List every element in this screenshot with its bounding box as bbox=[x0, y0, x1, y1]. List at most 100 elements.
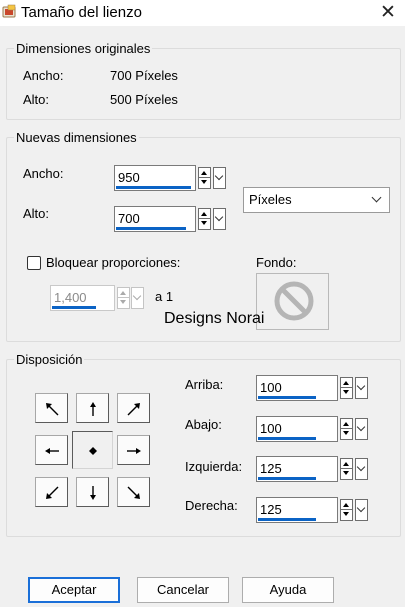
original-height-label: Alto: bbox=[23, 92, 50, 107]
bottom-margin-label: Abajo: bbox=[185, 417, 222, 432]
left-margin-dropdown-button[interactable] bbox=[355, 458, 368, 480]
spin-up-icon bbox=[343, 503, 349, 507]
new-height-spinner[interactable] bbox=[198, 208, 211, 230]
chevron-down-icon bbox=[371, 192, 382, 203]
bottom-margin-spinner[interactable] bbox=[340, 418, 353, 440]
anchor-top-right-button[interactable] bbox=[117, 393, 150, 423]
ratio-value: 1,400 bbox=[54, 290, 87, 305]
arrow-right-icon bbox=[127, 448, 141, 454]
ratio-spinner[interactable] bbox=[117, 287, 130, 309]
original-height-value: 500 Píxeles bbox=[110, 92, 178, 107]
anchor-center-button[interactable] bbox=[72, 431, 113, 469]
new-height-label: Alto: bbox=[23, 206, 50, 221]
top-margin-value: 100 bbox=[260, 380, 282, 395]
spin-up-icon bbox=[201, 171, 207, 175]
chevron-down-icon bbox=[356, 503, 366, 513]
original-width-value: 700 Píxeles bbox=[110, 68, 178, 83]
anchor-grid bbox=[35, 393, 151, 507]
new-width-slider-bar[interactable] bbox=[116, 186, 191, 189]
right-margin-spinner[interactable] bbox=[340, 499, 353, 521]
background-label: Fondo: bbox=[256, 255, 297, 270]
background-color-swatch[interactable] bbox=[256, 273, 329, 330]
chevron-down-icon bbox=[356, 422, 366, 432]
new-height-slider-bar[interactable] bbox=[116, 227, 186, 230]
new-width-dropdown-button[interactable] bbox=[213, 167, 226, 189]
spin-up-icon bbox=[343, 381, 349, 385]
chevron-down-icon bbox=[214, 212, 224, 222]
layout-legend: Disposición bbox=[14, 352, 85, 367]
arrow-left-icon bbox=[45, 448, 59, 454]
spin-up-icon bbox=[120, 291, 126, 295]
bottom-margin-dropdown-button[interactable] bbox=[355, 418, 368, 440]
right-margin-label: Derecha: bbox=[185, 498, 238, 513]
chevron-down-icon bbox=[356, 462, 366, 472]
ok-button[interactable]: Aceptar bbox=[28, 577, 120, 603]
anchor-top-left-button[interactable] bbox=[35, 393, 68, 423]
close-button[interactable]: ✕ bbox=[374, 1, 402, 25]
window-title: Tamaño del lienzo bbox=[21, 4, 142, 21]
original-dimensions-legend: Dimensiones originales bbox=[14, 41, 153, 56]
no-color-icon bbox=[274, 281, 314, 321]
new-dimensions-legend: Nuevas dimensiones bbox=[14, 130, 139, 145]
top-margin-spinner[interactable] bbox=[340, 377, 353, 399]
new-height-dropdown-button[interactable] bbox=[213, 208, 226, 230]
arrow-up-icon bbox=[90, 402, 96, 416]
new-width-value: 950 bbox=[118, 170, 140, 185]
ratio-suffix: a 1 bbox=[155, 289, 174, 304]
arrow-up-right-icon bbox=[127, 403, 140, 416]
left-margin-slider-bar[interactable] bbox=[258, 477, 316, 480]
title-bar: Tamaño del lienzo ✕ bbox=[0, 0, 405, 26]
new-width-spinner[interactable] bbox=[198, 167, 211, 189]
original-dimensions-group bbox=[6, 48, 401, 120]
top-margin-dropdown-button[interactable] bbox=[355, 377, 368, 399]
bottom-margin-slider-bar[interactable] bbox=[258, 437, 316, 440]
bottom-margin-input[interactable]: 100 bbox=[256, 416, 338, 442]
left-margin-spinner[interactable] bbox=[340, 458, 353, 480]
spin-down-icon bbox=[343, 471, 349, 475]
ratio-dropdown-button[interactable] bbox=[131, 287, 144, 309]
arrow-down-icon bbox=[90, 486, 96, 500]
cancel-button[interactable]: Cancelar bbox=[137, 577, 229, 603]
spin-down-icon bbox=[343, 390, 349, 394]
original-width-label: Ancho: bbox=[23, 68, 64, 83]
anchor-top-button[interactable] bbox=[76, 393, 109, 423]
top-margin-input[interactable]: 100 bbox=[256, 375, 338, 401]
ratio-input[interactable]: 1,400 bbox=[50, 285, 115, 311]
anchor-bottom-right-button[interactable] bbox=[117, 477, 150, 507]
new-width-input[interactable]: 950 bbox=[114, 165, 196, 191]
top-margin-label: Arriba: bbox=[185, 377, 224, 392]
unit-select[interactable]: Píxeles bbox=[243, 187, 390, 213]
spin-down-icon bbox=[343, 431, 349, 435]
left-margin-value: 125 bbox=[260, 461, 282, 476]
watermark-text: Designs Norai bbox=[164, 310, 265, 327]
ratio-slider-bar[interactable] bbox=[52, 306, 96, 309]
unit-select-value: Píxeles bbox=[249, 192, 292, 207]
spin-down-icon bbox=[120, 300, 126, 304]
arrow-up-left-icon bbox=[46, 403, 59, 416]
center-dot-icon bbox=[89, 447, 97, 455]
anchor-bottom-left-button[interactable] bbox=[35, 477, 68, 507]
lock-proportions-checkbox[interactable] bbox=[27, 256, 41, 270]
anchor-left-button[interactable] bbox=[35, 435, 68, 465]
spin-down-icon bbox=[201, 180, 207, 184]
right-margin-value: 125 bbox=[260, 502, 282, 517]
new-height-input[interactable]: 700 bbox=[114, 206, 196, 232]
anchor-right-button[interactable] bbox=[117, 435, 150, 465]
new-width-label: Ancho: bbox=[23, 166, 64, 181]
arrow-down-right-icon bbox=[127, 486, 140, 499]
chevron-down-icon bbox=[214, 171, 224, 181]
spin-down-icon bbox=[201, 221, 207, 225]
app-icon bbox=[2, 4, 16, 18]
chevron-down-icon bbox=[132, 291, 142, 301]
left-margin-input[interactable]: 125 bbox=[256, 456, 338, 482]
anchor-bottom-button[interactable] bbox=[76, 477, 109, 507]
right-margin-dropdown-button[interactable] bbox=[355, 499, 368, 521]
top-margin-slider-bar[interactable] bbox=[258, 396, 316, 399]
left-margin-label: Izquierda: bbox=[185, 459, 243, 474]
help-button[interactable]: Ayuda bbox=[242, 577, 334, 603]
chevron-down-icon bbox=[356, 381, 366, 391]
right-margin-slider-bar[interactable] bbox=[258, 518, 316, 521]
lock-proportions-label[interactable]: Bloquear proporciones: bbox=[46, 255, 180, 270]
right-margin-input[interactable]: 125 bbox=[256, 497, 338, 523]
spin-up-icon bbox=[343, 422, 349, 426]
